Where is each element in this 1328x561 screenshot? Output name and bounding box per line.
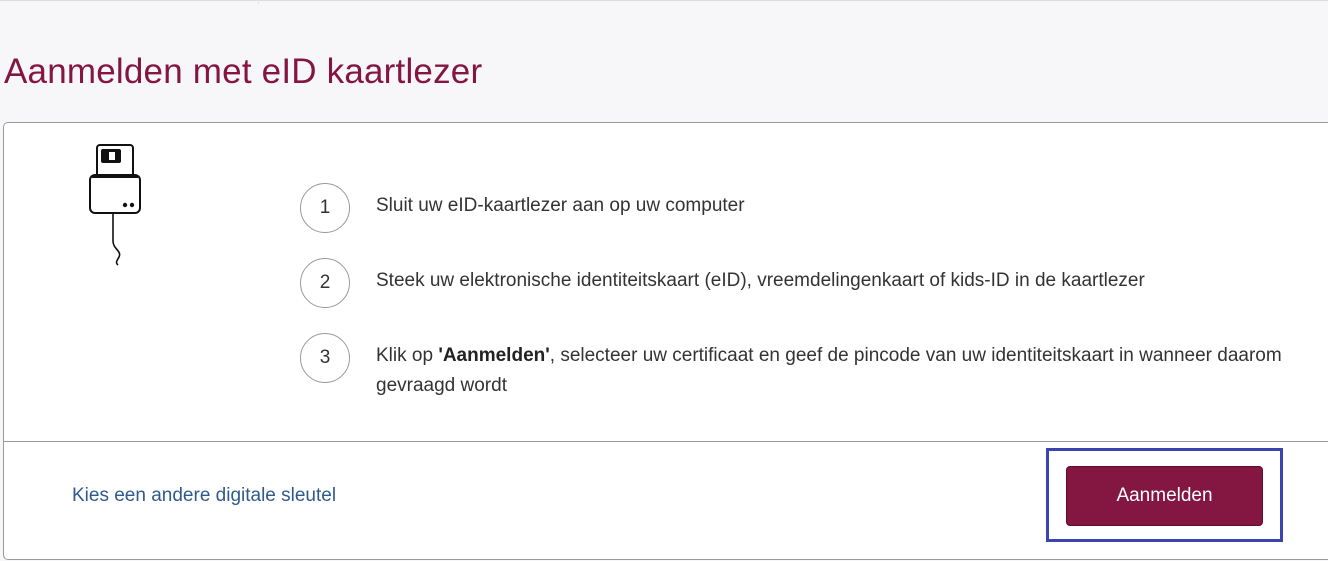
step-text-3: Klik op 'Aanmelden', selecteer uw certif… xyxy=(376,341,1306,401)
login-button[interactable]: Aanmelden xyxy=(1066,466,1263,526)
top-border xyxy=(0,0,1328,1)
eid-instructions-card: 1 Sluit uw eID-kaartlezer aan op uw comp… xyxy=(3,122,1328,560)
step-text-2: Steek uw elektronische identiteitskaart … xyxy=(376,270,1145,291)
card-reader-icon xyxy=(89,144,141,266)
step-number-3: 3 xyxy=(300,333,350,383)
top-border-mark xyxy=(258,0,259,4)
step-text-3-bold: 'Aanmelden' xyxy=(438,345,550,366)
page-title: Aanmelden met eID kaartlezer xyxy=(4,52,483,91)
step-text-1: Sluit uw eID-kaartlezer aan op uw comput… xyxy=(376,195,745,216)
step-number-1: 1 xyxy=(300,183,350,233)
choose-other-key-link[interactable]: Kies een andere digitale sleutel xyxy=(72,485,336,507)
step-number-2: 2 xyxy=(300,258,350,308)
step-text-3-prefix: Klik op xyxy=(376,345,439,366)
card-divider xyxy=(4,441,1328,442)
